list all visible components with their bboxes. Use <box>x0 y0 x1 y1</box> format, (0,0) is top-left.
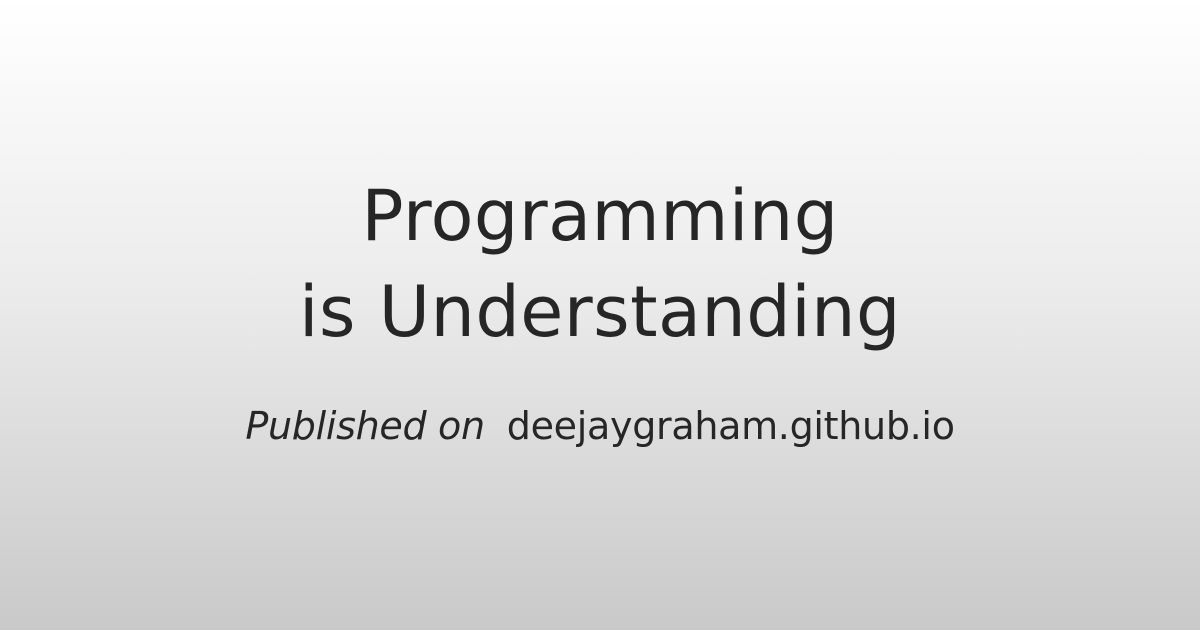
byline-prefix: Published on <box>245 404 485 448</box>
title-line-2: is Understanding <box>299 271 901 353</box>
page-title: Programming is Understanding <box>299 168 901 360</box>
byline: Published on deejaygraham.github.io <box>245 404 955 448</box>
title-line-1: Programming <box>361 175 839 257</box>
social-card: Programming is Understanding Published o… <box>0 0 1200 630</box>
site-name: deejaygraham.github.io <box>506 404 955 448</box>
